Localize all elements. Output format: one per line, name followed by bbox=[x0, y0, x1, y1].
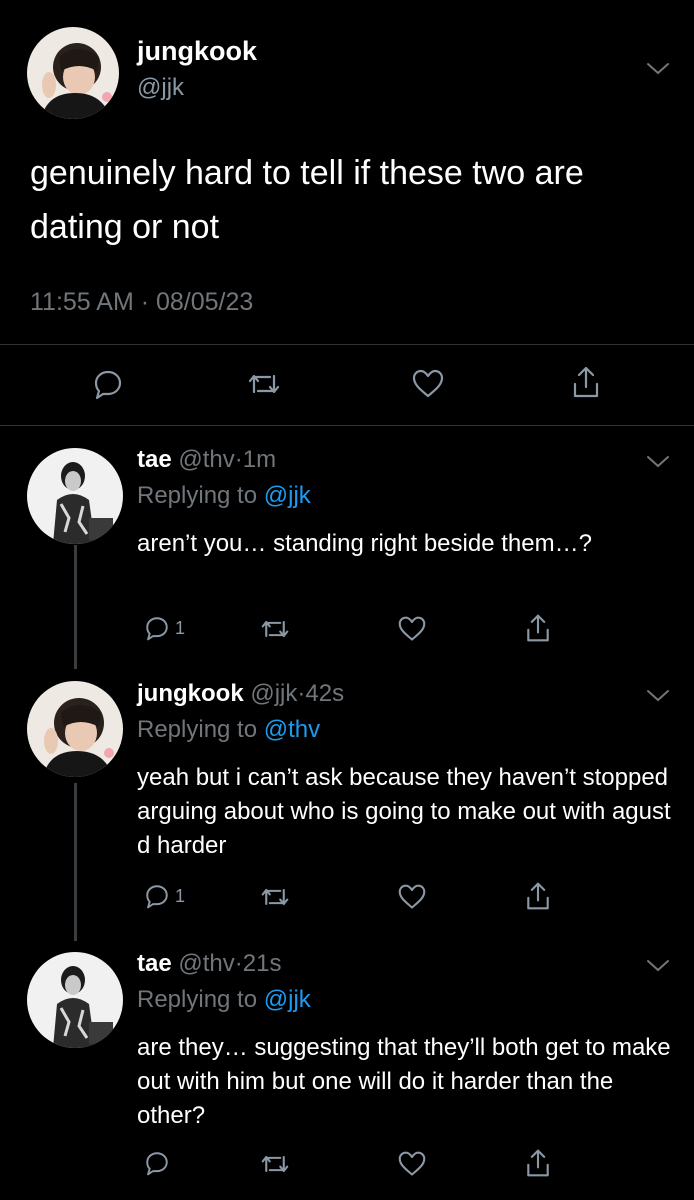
thread-connector bbox=[74, 783, 77, 941]
chevron-down-icon[interactable] bbox=[646, 455, 669, 469]
avatar[interactable] bbox=[27, 681, 123, 777]
mention-link[interactable]: @jjk bbox=[264, 986, 311, 1013]
share-icon[interactable] bbox=[569, 364, 603, 400]
reply-header: tae @thv·1m bbox=[137, 446, 276, 474]
replying-to: Replying to @jjk bbox=[137, 986, 311, 1014]
replying-to-label: Replying to bbox=[137, 716, 258, 743]
dot-separator: · bbox=[234, 446, 243, 473]
reply-count: 1 bbox=[175, 886, 186, 906]
chevron-down-icon[interactable] bbox=[646, 689, 669, 703]
replying-to: Replying to @thv bbox=[137, 716, 320, 744]
share-icon[interactable] bbox=[523, 880, 553, 912]
author-handle[interactable]: @jjk bbox=[137, 74, 184, 102]
like-icon[interactable] bbox=[397, 883, 427, 911]
reply-text: aren’t you… standing right beside them…? bbox=[137, 530, 592, 557]
avatar[interactable] bbox=[27, 952, 123, 1048]
reply-time: 42s bbox=[305, 680, 345, 707]
replying-to: Replying to @jjk bbox=[137, 482, 311, 510]
divider bbox=[0, 344, 694, 345]
reply-time: 1m bbox=[242, 446, 277, 473]
author-handle[interactable]: @thv bbox=[178, 446, 234, 473]
reply-header: tae @thv·21s bbox=[137, 950, 281, 978]
share-icon[interactable] bbox=[523, 612, 553, 644]
author-name[interactable]: jungkook bbox=[137, 680, 244, 707]
reply-text: yeah but i can’t ask because they haven’… bbox=[137, 764, 671, 859]
reply-time: 21s bbox=[242, 950, 282, 977]
reply-icon[interactable] bbox=[92, 368, 124, 400]
tweet-timestamp: 11:55 AM · 08/05/23 bbox=[30, 288, 254, 316]
mention-link[interactable]: @thv bbox=[264, 716, 320, 743]
like-icon[interactable] bbox=[411, 368, 445, 400]
thread-connector bbox=[74, 545, 77, 669]
mention-link[interactable]: @jjk bbox=[264, 482, 311, 509]
chevron-down-icon[interactable] bbox=[646, 62, 669, 76]
replying-to-label: Replying to bbox=[137, 482, 258, 509]
retweet-icon[interactable] bbox=[259, 883, 291, 911]
reply-count: 1 bbox=[175, 618, 186, 638]
author-handle[interactable]: @thv bbox=[178, 950, 234, 977]
retweet-icon[interactable] bbox=[246, 368, 282, 400]
like-icon[interactable] bbox=[397, 1150, 427, 1178]
reply-text: are they… suggesting that they’ll both g… bbox=[137, 1034, 671, 1129]
chevron-down-icon[interactable] bbox=[646, 959, 669, 973]
avatar[interactable] bbox=[27, 448, 123, 544]
retweet-icon[interactable] bbox=[259, 1150, 291, 1178]
reply-icon[interactable] bbox=[143, 615, 171, 641]
author-name[interactable]: jungkook bbox=[137, 36, 257, 67]
reply-header: jungkook @jjk·42s bbox=[137, 680, 344, 708]
author-name[interactable]: tae bbox=[137, 446, 172, 473]
replying-to-label: Replying to bbox=[137, 986, 258, 1013]
author-name[interactable]: tae bbox=[137, 950, 172, 977]
dot-separator: · bbox=[234, 950, 243, 977]
avatar[interactable] bbox=[27, 27, 119, 119]
author-handle[interactable]: @jjk bbox=[250, 680, 297, 707]
retweet-icon[interactable] bbox=[259, 615, 291, 643]
reply-icon[interactable] bbox=[143, 1150, 171, 1176]
tweet-text: genuinely hard to tell if these two are … bbox=[30, 154, 584, 246]
reply-icon[interactable] bbox=[143, 883, 171, 909]
like-icon[interactable] bbox=[397, 615, 427, 643]
share-icon[interactable] bbox=[523, 1147, 553, 1179]
divider bbox=[0, 425, 694, 426]
